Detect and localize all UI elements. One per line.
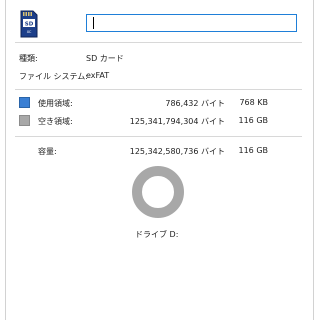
capacity-bytes: 125,342,580,736 バイト — [129, 147, 225, 156]
text-caret — [93, 17, 94, 29]
capacity-label: 容量: — [38, 147, 57, 156]
free-space-bytes: 125,341,794,304 バイト — [129, 117, 225, 126]
disk-usage-donut-chart — [132, 166, 184, 218]
divider-bottom — [15, 136, 302, 137]
divider-middle — [15, 89, 302, 90]
properties-window: SD XC 種類: SD カード ファイル システム: exFAT 使用領域: … — [0, 0, 320, 320]
filesystem-label: ファイル システム: — [19, 72, 88, 81]
window-right-border — [313, 0, 314, 320]
svg-text:XC: XC — [27, 30, 32, 34]
free-space-swatch — [19, 115, 30, 126]
type-label: 種類: — [19, 54, 38, 63]
window-left-border — [5, 0, 6, 320]
drive-letter-label: ドライブ D: — [135, 230, 179, 239]
capacity-size: 116 GB — [238, 146, 269, 155]
used-space-bytes: 786,432 バイト — [165, 99, 225, 108]
filesystem-value: exFAT — [86, 71, 110, 80]
svg-text:SD: SD — [25, 22, 34, 28]
sd-card-icon: SD XC — [20, 10, 38, 38]
used-space-swatch — [19, 97, 30, 108]
free-space-label: 空き領域: — [38, 117, 73, 126]
drive-name-input[interactable] — [86, 14, 297, 32]
donut-slice-free — [132, 166, 184, 218]
type-value: SD カード — [86, 54, 124, 63]
used-space-label: 使用領域: — [38, 99, 73, 108]
divider-top — [15, 42, 302, 43]
used-space-size: 768 KB — [239, 98, 268, 107]
free-space-size: 116 GB — [238, 116, 269, 125]
